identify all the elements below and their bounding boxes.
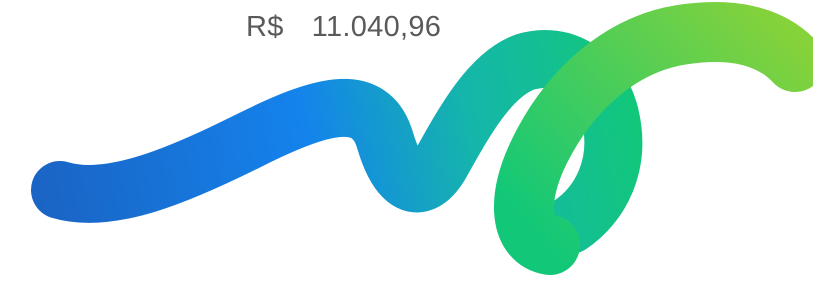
brand-wave-graphic (31, 2, 813, 275)
